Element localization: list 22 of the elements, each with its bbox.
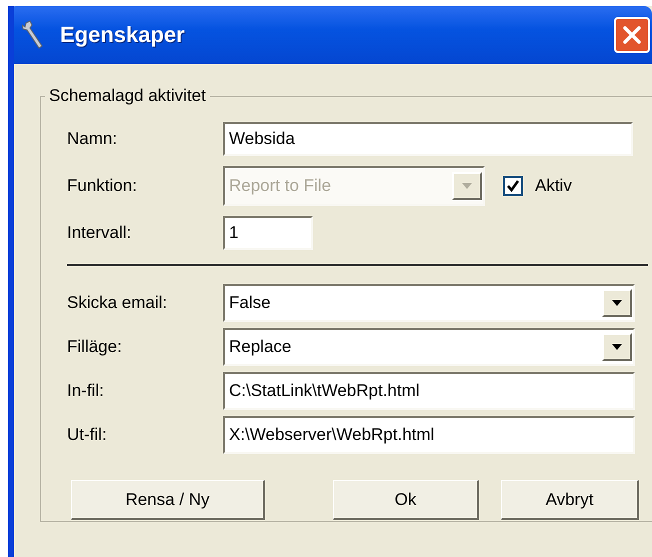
dialog-button[interactable]: Ok <box>333 480 479 520</box>
field-label: Namn: <box>67 129 118 149</box>
checkbox-label: Aktiv <box>535 176 572 196</box>
text-field[interactable]: C:\StatLink\tWebRpt.html <box>223 372 635 410</box>
field-label: Funktion: <box>67 176 138 196</box>
text-field[interactable]: X:\Webserver\WebRpt.html <box>223 416 635 454</box>
field-label: Ut-fil: <box>67 425 108 445</box>
text-field[interactable]: 1 <box>223 216 313 250</box>
group-title: Schemalagd aktivitet <box>48 86 207 106</box>
field-label: In-fil: <box>67 381 105 401</box>
dropdown-field[interactable]: False <box>223 284 635 322</box>
dialog-button[interactable]: Avbryt <box>501 480 639 520</box>
window-title: Egenskaper <box>60 22 185 48</box>
dropdown-field[interactable]: Replace <box>223 328 635 366</box>
checkbox[interactable] <box>503 176 523 196</box>
field-label: Skicka email: <box>67 293 168 313</box>
dialog-button[interactable]: Rensa / Ny <box>71 480 265 520</box>
field-label: Intervall: <box>67 223 132 243</box>
field-label: Filläge: <box>67 337 123 357</box>
text-field[interactable]: Websida <box>223 122 633 156</box>
close-icon <box>621 24 643 46</box>
close-button[interactable] <box>614 17 650 53</box>
